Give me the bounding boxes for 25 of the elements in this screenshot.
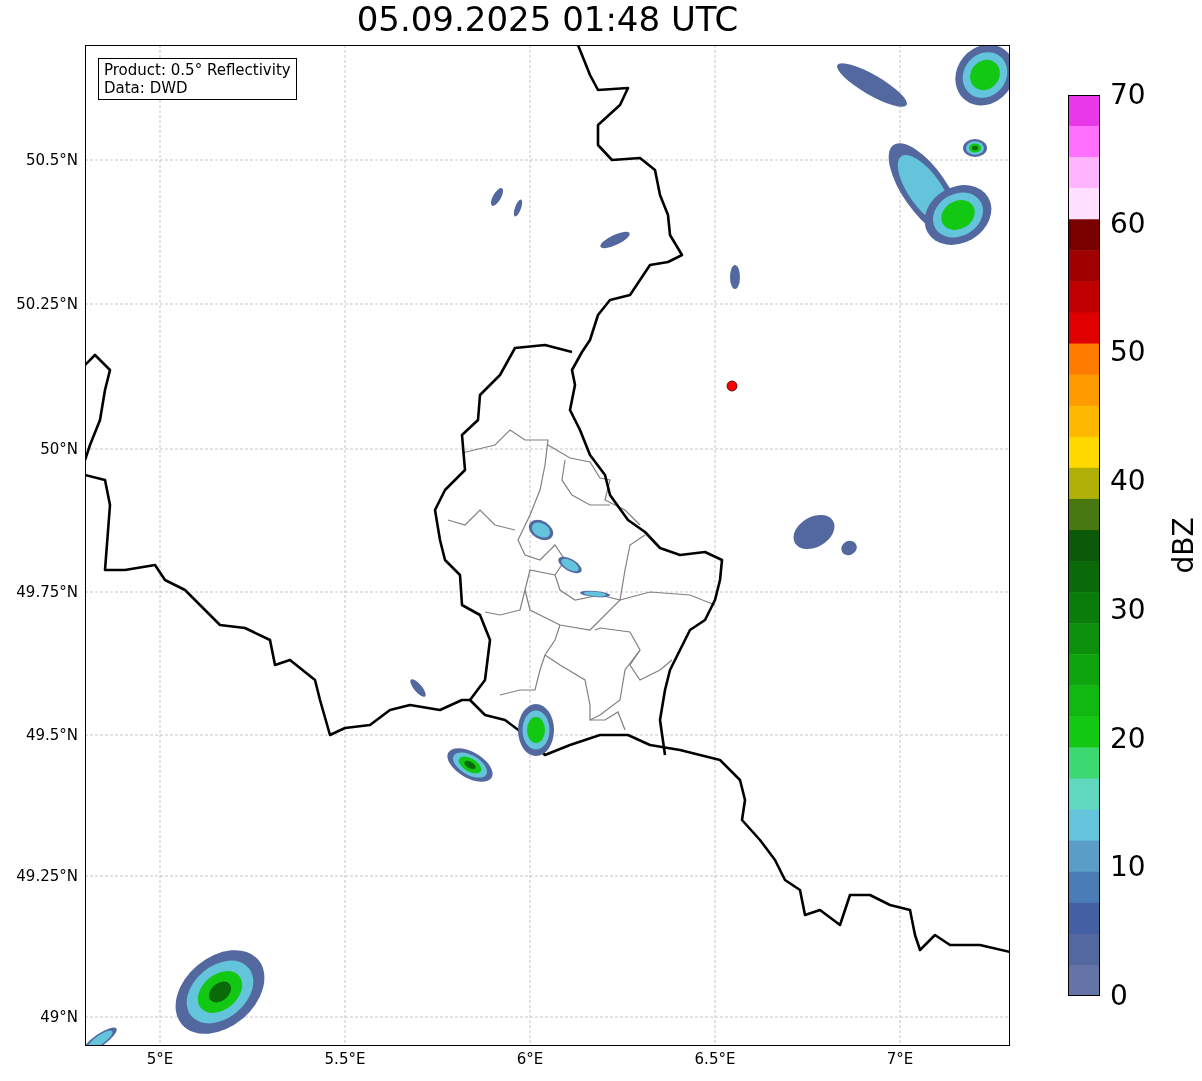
longitude-label: 6°E <box>516 1050 544 1068</box>
legend-text: Data: DWD <box>104 79 189 97</box>
longitude-label: 6.5°E <box>694 1050 736 1068</box>
latitude-label: 49.25°N <box>16 867 78 885</box>
longitude-label: 5.5°E <box>324 1050 366 1068</box>
colorbar-tick-label: 50 <box>1110 338 1146 367</box>
longitude-label: 5°E <box>146 1050 174 1068</box>
colorbar-tick-label: 10 <box>1110 853 1146 882</box>
latitude-label: 50.5°N <box>25 151 78 169</box>
chart-title: 05.09.2025 01:48 UTC <box>355 0 740 41</box>
legend-text: Product: 0.5° Reflectivity <box>104 61 291 79</box>
colorbar-label: dBZ <box>1166 517 1200 574</box>
radar-site-marker <box>726 380 738 392</box>
latitude-label: 50.25°N <box>16 295 78 313</box>
colorbar-tick-label: 0 <box>1110 982 1128 1010</box>
colorbar-tick-label: 40 <box>1110 467 1146 496</box>
colorbar-tick-label: 20 <box>1110 724 1146 753</box>
latitude-label: 49.5°N <box>25 726 78 744</box>
colorbar-tick-label: 70 <box>1110 81 1146 109</box>
latitude-label: 50°N <box>40 440 78 458</box>
colorbar-tick-label: 60 <box>1110 209 1146 238</box>
latitude-label: 49°N <box>40 1008 78 1026</box>
longitude-label: 7°E <box>886 1050 914 1068</box>
latitude-label: 49.75°N <box>16 583 78 601</box>
colorbar-tick-label: 30 <box>1110 595 1146 624</box>
